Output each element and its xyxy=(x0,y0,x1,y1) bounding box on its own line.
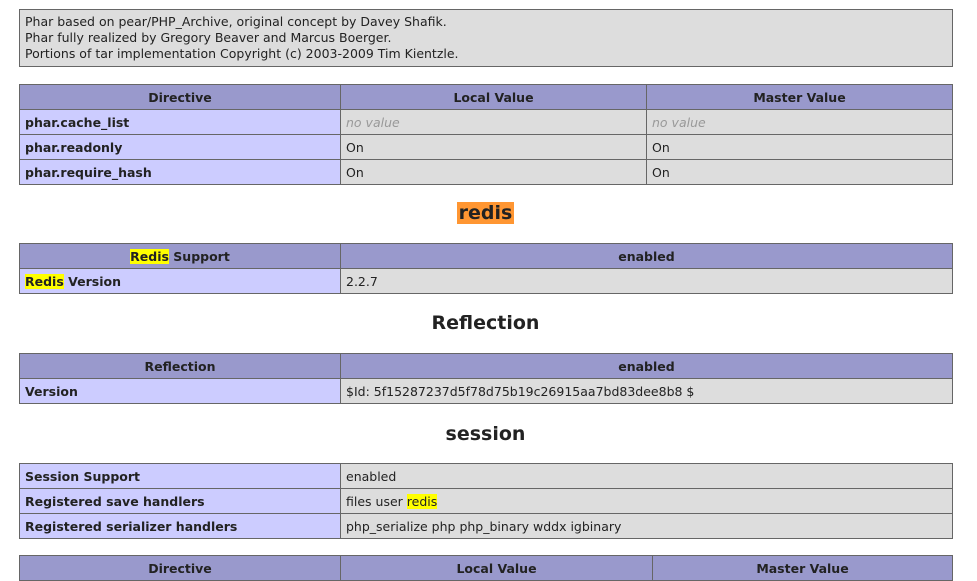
reflection-version-value: $Id: 5f15287237d5f78d75b19c26915aa7bd83d… xyxy=(340,378,953,404)
save-handlers-label: Registered save handlers xyxy=(19,488,341,514)
master-value: On xyxy=(646,159,953,185)
search-highlight: Redis xyxy=(25,273,64,289)
session-table: Session Support enabled Registered save … xyxy=(19,463,953,539)
table-row: Registered save handlers files user redi… xyxy=(19,488,953,514)
reflection-version-label: Version xyxy=(19,378,341,404)
table-header-row: Redis Support enabled xyxy=(19,243,953,269)
column-header-master-value: Master Value xyxy=(652,555,953,581)
local-value: On xyxy=(340,134,647,160)
redis-table: Redis Support enabled Redis Version 2.2.… xyxy=(19,243,953,294)
reflection-table: Reflection enabled Version $Id: 5f152872… xyxy=(19,353,953,404)
redis-version-value: 2.2.7 xyxy=(340,268,953,294)
credits-line: Phar fully realized by Gregory Beaver an… xyxy=(25,30,392,45)
label-text: Version xyxy=(63,273,121,289)
table-row: Registered serializer handlers php_seria… xyxy=(19,513,953,539)
table-row: phar.require_hash On On xyxy=(19,159,953,185)
serializer-handlers-label: Registered serializer handlers xyxy=(19,513,341,539)
local-value: On xyxy=(340,159,647,185)
label-text: Support xyxy=(168,248,230,264)
no-value-text: no value xyxy=(346,114,400,130)
reflection-anchor-link[interactable]: Reflection xyxy=(432,312,540,334)
session-support-label: Session Support xyxy=(19,463,341,489)
credits-line: Phar based on pear/PHP_Archive, original… xyxy=(25,14,447,29)
credits-line: Portions of tar implementation Copyright… xyxy=(25,46,459,61)
phar-credits-table: Phar based on pear/PHP_Archive, original… xyxy=(19,9,953,67)
table-row: Version $Id: 5f15287237d5f78d75b19c26915… xyxy=(19,378,953,404)
table-row: Session Support enabled xyxy=(19,463,953,489)
section-heading-redis: redis xyxy=(0,199,971,227)
value-text: files user xyxy=(346,493,407,509)
redis-support-label: Redis Support xyxy=(19,243,341,269)
redis-anchor-link[interactable]: redis xyxy=(456,202,515,224)
master-value: no value xyxy=(646,109,953,135)
table-header-row: Directive Local Value Master Value xyxy=(19,555,953,581)
section-heading-reflection: Reflection xyxy=(0,309,971,337)
column-header-directive: Directive xyxy=(19,84,341,110)
serializer-handlers-value: php_serialize php php_binary wddx igbina… xyxy=(340,513,953,539)
reflection-header-value: enabled xyxy=(340,353,953,379)
phar-directives-table: Directive Local Value Master Value phar.… xyxy=(19,84,953,185)
section-heading-session: session xyxy=(0,420,971,448)
master-value: On xyxy=(646,134,953,160)
redis-version-label: Redis Version xyxy=(19,268,341,294)
table-row: phar.readonly On On xyxy=(19,134,953,160)
local-value: no value xyxy=(340,109,647,135)
table-row: Redis Version 2.2.7 xyxy=(19,268,953,294)
reflection-header-label: Reflection xyxy=(19,353,341,379)
column-header-directive: Directive xyxy=(19,555,341,581)
column-header-local-value: Local Value xyxy=(340,84,647,110)
save-handlers-value: files user redis xyxy=(340,488,953,514)
directive-name: phar.readonly xyxy=(19,134,341,160)
search-highlight: redis xyxy=(406,493,438,509)
column-header-master-value: Master Value xyxy=(646,84,953,110)
table-header-row: Reflection enabled xyxy=(19,353,953,379)
no-value-text: no value xyxy=(652,114,706,130)
phar-credits-cell: Phar based on pear/PHP_Archive, original… xyxy=(19,9,953,67)
search-highlight: Redis xyxy=(130,248,169,264)
session-directives-table: Directive Local Value Master Value xyxy=(19,555,953,581)
redis-support-value: enabled xyxy=(340,243,953,269)
directive-name: phar.require_hash xyxy=(19,159,341,185)
column-header-local-value: Local Value xyxy=(340,555,653,581)
session-support-value: enabled xyxy=(340,463,953,489)
session-anchor-link[interactable]: session xyxy=(446,423,526,445)
directive-name: phar.cache_list xyxy=(19,109,341,135)
table-header-row: Directive Local Value Master Value xyxy=(19,84,953,110)
table-row: phar.cache_list no value no value xyxy=(19,109,953,135)
